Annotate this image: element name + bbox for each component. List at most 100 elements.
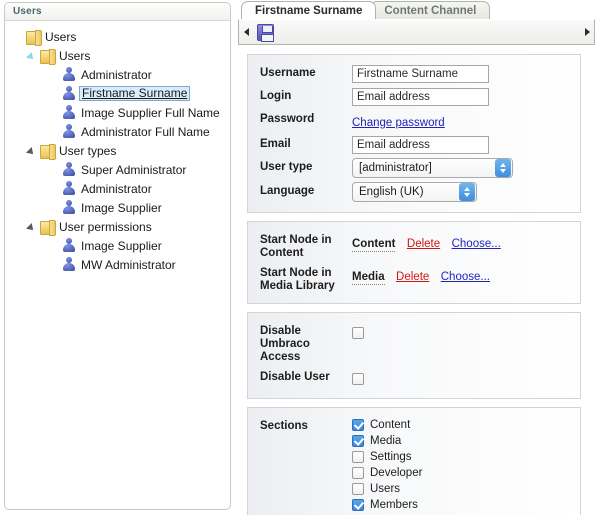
tree-node-user-permissions[interactable]: User permissions (5, 217, 230, 236)
start-node-content-value[interactable]: Content (352, 238, 396, 252)
language-select[interactable]: English (UK) (352, 182, 477, 202)
tree-toggle-spacer (47, 125, 61, 139)
user-icon (61, 238, 77, 253)
section-checkbox-users[interactable] (352, 483, 364, 495)
tree-node-image-supplier[interactable]: Image Supplier (5, 198, 230, 217)
row-password: Password Change password (248, 108, 580, 133)
user-type-label: User type (260, 161, 313, 173)
tab-firstname-surname[interactable]: Firstname Surname (241, 1, 377, 19)
row-user-type: User type [administrator] (248, 156, 580, 180)
tree-node-label: Super Administrator (81, 162, 187, 177)
tree-node-label: Image Supplier (81, 200, 162, 215)
tree-toggle-spacer (47, 258, 61, 272)
tree-toggle-spacer (47, 182, 61, 196)
tree-toggle-spacer (47, 68, 61, 82)
section-row: Users (352, 481, 570, 497)
section-checkbox-content[interactable] (352, 419, 364, 431)
start-node-media-choose-link[interactable]: Choose... (441, 271, 490, 283)
tree-node-label: Administrator Full Name (81, 124, 210, 139)
section-label[interactable]: Users (370, 483, 400, 495)
toolbar-scroll-left-button[interactable] (239, 28, 253, 36)
start-node-media-value[interactable]: Media (352, 271, 385, 285)
folder-icon (39, 48, 56, 65)
editor-tab-strip: Firstname Surname Content Channel (238, 0, 595, 19)
tree-toggle-spacer (47, 87, 61, 101)
section-checkbox-developer[interactable] (352, 467, 364, 479)
tree-node-label: User types (59, 143, 117, 158)
section-checkbox-members[interactable] (352, 499, 364, 511)
language-label: Language (260, 185, 315, 197)
tree-node-administrator[interactable]: Administrator (5, 65, 230, 84)
row-username: Username (248, 62, 580, 85)
tree-node-administrator[interactable]: Administrator (5, 179, 230, 198)
user-type-select[interactable]: [administrator] (352, 158, 513, 178)
user-details-panel: Username Login Password Change password (247, 54, 581, 213)
tree-node-super-administrator[interactable]: Super Administrator (5, 160, 230, 179)
properties-scroll-region: Username Login Password Change password (238, 45, 595, 515)
start-node-content-choose-link[interactable]: Choose... (452, 238, 501, 250)
tab-content-channel[interactable]: Content Channel (370, 1, 491, 19)
tree-panel-title: Users (13, 6, 42, 17)
section-checkbox-settings[interactable] (352, 451, 364, 463)
editor-content-area: Firstname Surname Content Channel Usernam… (238, 0, 595, 515)
folder-icon (25, 29, 42, 46)
disable-umbraco-access-checkbox[interactable] (352, 326, 364, 339)
tree-node-label: Firstname Surname (79, 86, 191, 101)
tree-toggle-spacer (47, 106, 61, 120)
tree-node-users[interactable]: Users (5, 46, 230, 65)
sections-checkbox-list: Content Media Settings Developer Users Member… (352, 417, 580, 515)
login-input[interactable] (352, 88, 489, 106)
user-icon (61, 67, 77, 82)
start-nodes-panel: Start Node in Content Content Delete Cho… (247, 221, 581, 304)
chevron-updown-icon (459, 183, 475, 201)
user-icon (61, 162, 77, 177)
tree-node-firstname-surname[interactable]: Firstname Surname (5, 84, 230, 103)
email-input[interactable] (352, 136, 489, 154)
tree-node-label: Administrator (81, 67, 152, 82)
sections-label: Sections (260, 420, 308, 432)
chevron-updown-icon (495, 159, 511, 177)
tree-node-users[interactable]: Users (5, 27, 230, 46)
tree-node-image-supplier[interactable]: Image Supplier (5, 236, 230, 255)
row-sections: Sections Content Media Settings Developer Us… (248, 415, 580, 515)
disable-umbraco-access-label: Disable Umbraco Access (260, 325, 310, 363)
section-label[interactable]: Media (370, 435, 401, 447)
section-label[interactable]: Members (370, 499, 418, 511)
folder-icon (39, 219, 56, 236)
row-login: Login (248, 85, 580, 108)
start-node-content-delete-link[interactable]: Delete (407, 238, 440, 250)
tree-node-image-supplier-full-name[interactable]: Image Supplier Full Name (5, 103, 230, 122)
start-node-media-label: Start Node in Media Library (260, 267, 335, 292)
sections-panel: Sections Content Media Settings Developer Us… (247, 407, 581, 515)
tree-node-user-types[interactable]: User types (5, 141, 230, 160)
start-node-content-label: Start Node in Content (260, 234, 332, 259)
tree-node-label: Image Supplier Full Name (81, 105, 220, 120)
section-label[interactable]: Settings (370, 451, 412, 463)
tree-node-label: User permissions (59, 219, 152, 234)
login-label: Login (260, 90, 292, 102)
tree-toggle-spacer (47, 163, 61, 177)
disable-user-checkbox[interactable] (352, 372, 364, 385)
row-disable-user: Disable User (248, 366, 580, 390)
section-row: Media (352, 433, 570, 449)
row-email: Email (248, 133, 580, 156)
tree-expand-arrow-icon[interactable] (25, 220, 39, 234)
triangle-expanded-icon (26, 51, 36, 62)
section-label[interactable]: Content (370, 419, 410, 431)
triangle-right-icon (584, 28, 590, 36)
triangle-expanded-icon (26, 222, 36, 233)
tree-expand-arrow-icon[interactable] (25, 49, 39, 63)
tree-node-mw-administrator[interactable]: MW Administrator (5, 255, 230, 274)
tree-node-administrator-full-name[interactable]: Administrator Full Name (5, 122, 230, 141)
section-checkbox-media[interactable] (352, 435, 364, 447)
section-label[interactable]: Developer (370, 467, 422, 479)
username-input[interactable] (352, 65, 489, 83)
folder-icon (39, 143, 56, 160)
toolbar-scroll-right-button[interactable] (580, 28, 594, 36)
tree-expand-arrow-icon[interactable] (25, 144, 39, 158)
change-password-link[interactable]: Change password (352, 117, 445, 129)
editor-toolbar (238, 19, 595, 45)
start-node-media-delete-link[interactable]: Delete (396, 271, 429, 283)
user-icon (61, 200, 77, 215)
save-floppy-icon[interactable] (257, 23, 274, 42)
